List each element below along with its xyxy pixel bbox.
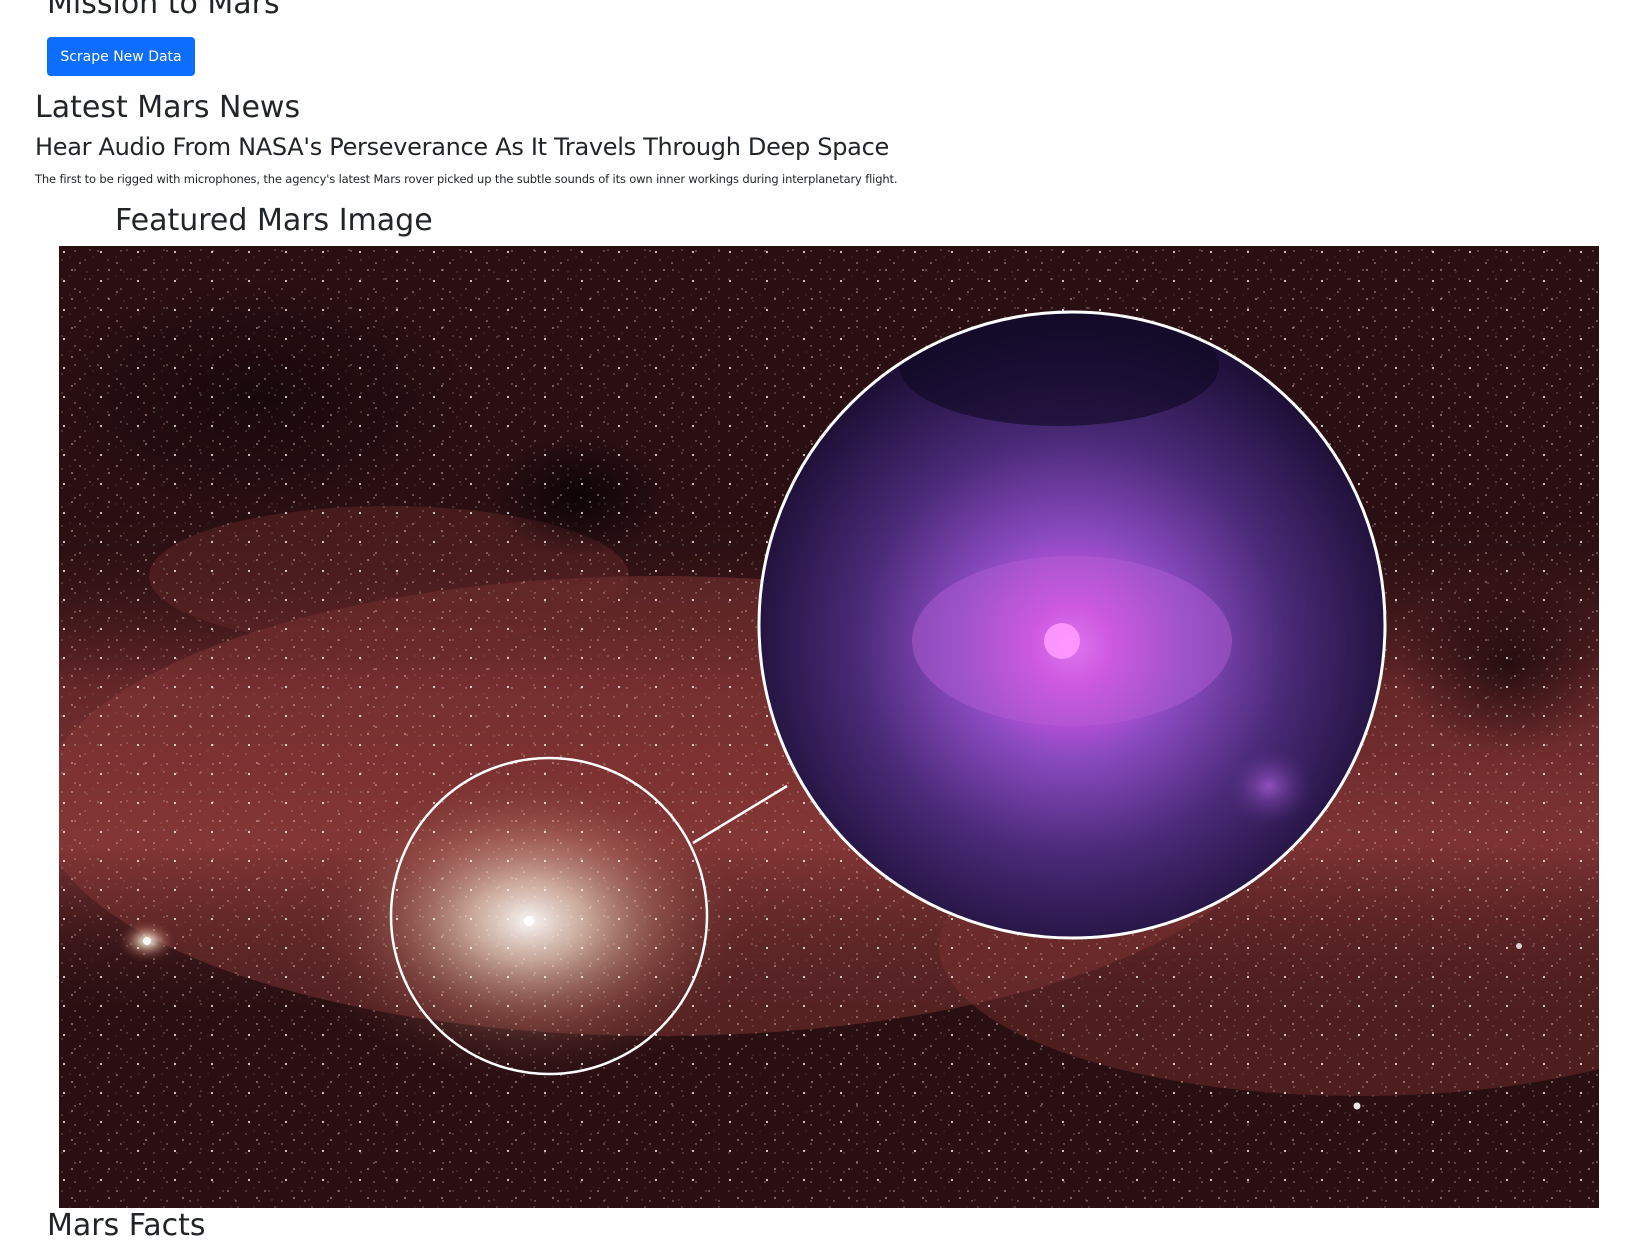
latest-news-heading: Latest Mars News [35, 90, 301, 125]
news-title: Hear Audio From NASA's Perseverance As I… [35, 133, 889, 161]
page-title: Mission to Mars [47, 0, 280, 21]
scrape-new-data-button[interactable]: Scrape New Data [47, 37, 195, 76]
featured-mars-image [59, 246, 1599, 1208]
featured-image-heading: Featured Mars Image [115, 203, 433, 238]
mars-facts-heading: Mars Facts [47, 1208, 206, 1243]
news-teaser: The first to be rigged with microphones,… [35, 172, 898, 186]
